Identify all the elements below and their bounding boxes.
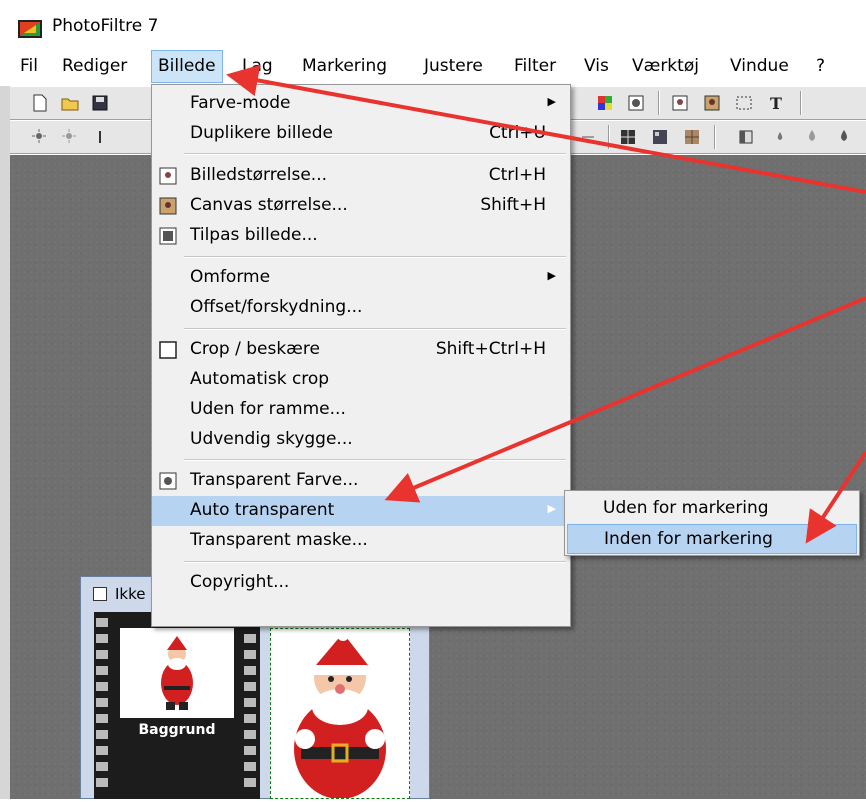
submenu-item-inden-for-markering[interactable]: Inden for markering bbox=[567, 524, 857, 554]
image-window-icon bbox=[93, 587, 107, 601]
svg-text:T: T bbox=[770, 94, 782, 113]
menu-item-farve-mode[interactable]: Farve-mode ▶ bbox=[152, 89, 570, 119]
menu-item-transparent-maske[interactable]: Transparent maske... bbox=[152, 526, 570, 556]
menu-item-transparent-farve[interactable]: Transparent Farve... bbox=[152, 466, 570, 496]
color-palette-icon[interactable] bbox=[595, 93, 615, 113]
submenu-arrow-icon: ▶ bbox=[547, 269, 556, 282]
image-size-icon bbox=[159, 167, 177, 185]
menu-item-tilpas-billede[interactable]: Tilpas billede... bbox=[152, 221, 570, 251]
submenu-arrow-icon: ▶ bbox=[547, 502, 556, 515]
fit-image-icon bbox=[159, 227, 177, 245]
menu-item-udvendig-skygge[interactable]: Udvendig skygge... bbox=[152, 425, 570, 455]
new-file-icon[interactable] bbox=[30, 93, 50, 113]
title-bar: PhotoFiltre 7 bbox=[0, 0, 866, 48]
menu-separator bbox=[184, 256, 566, 258]
filter-a-icon[interactable] bbox=[578, 127, 598, 147]
drop-medium-icon[interactable] bbox=[802, 127, 822, 147]
grid-filter-icon[interactable] bbox=[618, 127, 638, 147]
frame-filter-icon[interactable] bbox=[736, 127, 756, 147]
menu-lag[interactable]: Lag bbox=[236, 50, 279, 83]
menu-help[interactable]: ? bbox=[810, 50, 831, 83]
menu-separator bbox=[184, 153, 566, 155]
menu-justere[interactable]: Justere bbox=[418, 50, 489, 83]
menu-bar: Fil Rediger Billede Lag Markering Juster… bbox=[0, 48, 866, 86]
left-edge bbox=[0, 86, 10, 799]
menu-item-uden-for-ramme[interactable]: Uden for ramme... bbox=[152, 395, 570, 425]
canvas-size-tool-icon[interactable] bbox=[702, 93, 722, 113]
layer-thumbnail[interactable] bbox=[120, 628, 234, 718]
menu-item-billedstorrelse[interactable]: Billedstørrelse... Ctrl+H bbox=[152, 161, 570, 191]
menu-item-canvas-storrelse[interactable]: Canvas størrelse... Shift+H bbox=[152, 191, 570, 221]
open-folder-icon[interactable] bbox=[60, 93, 80, 113]
image-canvas[interactable] bbox=[270, 628, 410, 799]
menu-item-auto-transparent[interactable]: Auto transparent ▶ bbox=[152, 496, 570, 526]
transparent-color-icon bbox=[159, 472, 177, 490]
menu-item-copyright[interactable]: Copyright... bbox=[152, 568, 570, 598]
menu-item-duplikere-billede[interactable]: Duplikere billede Ctrl+U bbox=[152, 119, 570, 149]
menu-item-crop-beskaere[interactable]: Crop / beskære Shift+Ctrl+H bbox=[152, 335, 570, 365]
layer-label: Baggrund bbox=[138, 722, 216, 738]
selection-tool-icon[interactable] bbox=[734, 93, 754, 113]
transparent-tool-icon[interactable] bbox=[626, 93, 646, 113]
menu-fil[interactable]: Fil bbox=[14, 50, 44, 83]
text-tool-icon[interactable]: T bbox=[766, 93, 786, 113]
mosaic-filter-icon[interactable] bbox=[650, 127, 670, 147]
crop-icon bbox=[159, 341, 177, 359]
menu-vindue[interactable]: Vindue bbox=[724, 50, 795, 83]
texture-filter-icon[interactable] bbox=[682, 127, 702, 147]
menu-vaerktoj[interactable]: Værktøj bbox=[626, 50, 705, 83]
menu-rediger[interactable]: Rediger bbox=[56, 50, 133, 83]
menu-item-automatisk-crop[interactable]: Automatisk crop bbox=[152, 365, 570, 395]
menu-item-omforme[interactable]: Omforme ▶ bbox=[152, 263, 570, 293]
brightness-plus-icon[interactable] bbox=[60, 127, 80, 147]
auto-transparent-submenu: Uden for markering Inden for markering bbox=[564, 490, 860, 556]
canvas-size-icon bbox=[159, 197, 177, 215]
menu-item-offset-forskydning[interactable]: Offset/forskydning... bbox=[152, 293, 570, 323]
menu-separator bbox=[184, 328, 566, 330]
drop-large-icon[interactable] bbox=[834, 127, 854, 147]
submenu-arrow-icon: ▶ bbox=[547, 95, 556, 108]
window-title: PhotoFiltre 7 bbox=[52, 16, 159, 36]
image-size-tool-icon[interactable] bbox=[670, 93, 690, 113]
save-icon[interactable] bbox=[90, 93, 110, 113]
menu-vis[interactable]: Vis bbox=[578, 50, 615, 83]
santa-thumbnail-icon bbox=[161, 636, 193, 710]
brightness-minus-icon[interactable] bbox=[30, 127, 50, 147]
menu-billede[interactable]: Billede bbox=[151, 50, 223, 83]
drop-small-icon[interactable] bbox=[770, 127, 790, 147]
billede-dropdown-menu: Farve-mode ▶ Duplikere billede Ctrl+U Bi… bbox=[151, 84, 571, 627]
santa-image-icon bbox=[294, 629, 386, 799]
menu-separator bbox=[184, 459, 566, 461]
submenu-item-uden-for-markering[interactable]: Uden for markering bbox=[567, 494, 857, 524]
contrast-minus-icon[interactable] bbox=[94, 127, 114, 147]
menu-markering[interactable]: Markering bbox=[296, 50, 393, 83]
photofiltre-app-icon bbox=[18, 20, 42, 38]
menu-separator bbox=[184, 561, 566, 563]
menu-filter[interactable]: Filter bbox=[508, 50, 562, 83]
